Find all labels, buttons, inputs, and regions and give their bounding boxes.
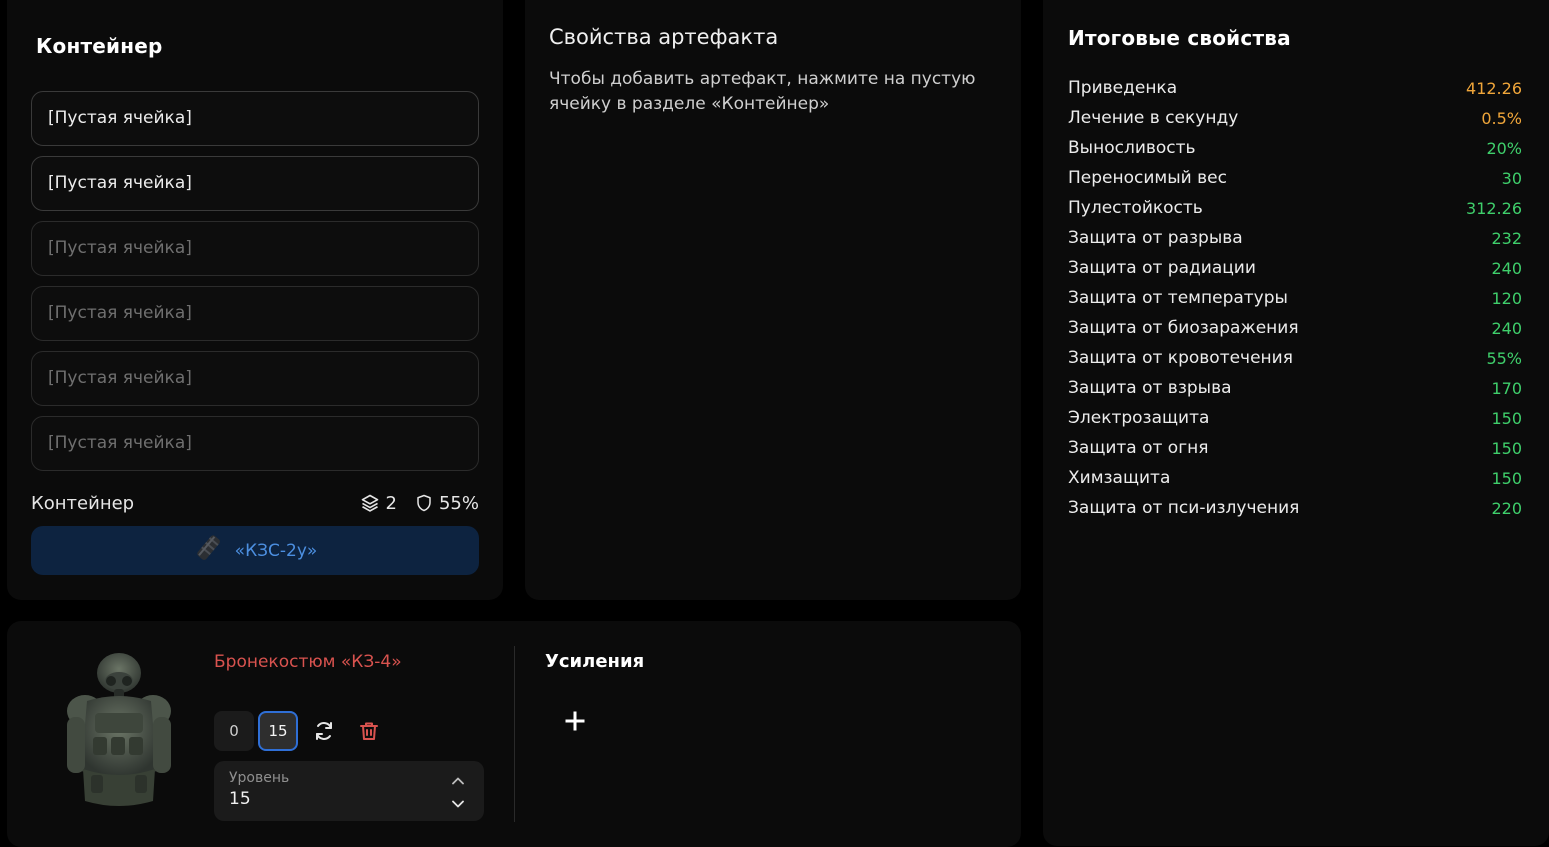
property-name: Лечение в секунду [1068,108,1239,128]
property-value: 240 [1491,258,1522,278]
property-value: 150 [1491,408,1522,428]
property-row: Электрозащита 150 [1068,403,1522,433]
property-row: Защита от кровотечения 55% [1068,343,1522,373]
armor-panel: Бронекостюм «КЗ-4» 0 15 Уровень 15 Усиле… [7,621,1021,847]
property-name: Защита от радиации [1068,258,1256,278]
level-label: Уровень [229,770,290,786]
container-slot[interactable]: [Пустая ячейка] [31,221,479,276]
container-select-label: «КЗС-2у» [234,540,318,561]
property-name: Переносимый вес [1068,168,1227,188]
property-value: 232 [1491,228,1522,248]
level-select[interactable]: Уровень 15 [214,761,484,821]
armor-name[interactable]: Бронекостюм «КЗ-4» [214,652,402,672]
property-name: Защита от биозаражения [1068,318,1299,338]
capacity-value: 2 [385,492,397,514]
property-row: Защита от температуры 120 [1068,283,1522,313]
property-value: 55% [1486,348,1522,368]
property-value: 20% [1486,138,1522,158]
property-value: 150 [1491,438,1522,458]
property-name: Защита от температуры [1068,288,1288,308]
property-value: 0.5% [1481,108,1522,128]
container-panel: Контейнер [Пустая ячейка] [Пустая ячейка… [7,0,503,600]
container-slot[interactable]: [Пустая ячейка] [31,286,479,341]
level-max-button[interactable]: 15 [258,711,298,751]
property-name: Электрозащита [1068,408,1210,428]
property-row: Лечение в секунду 0.5% [1068,103,1522,133]
property-value: 220 [1491,498,1522,518]
property-row: Защита от взрыва 170 [1068,373,1522,403]
chevron-down-icon[interactable] [452,793,464,812]
layers-icon [360,493,380,513]
chevron-up-icon[interactable] [452,770,464,789]
property-name: Защита от пси-излучения [1068,498,1300,518]
container-slot[interactable]: [Пустая ячейка] [31,91,479,146]
artifact-panel: Свойства артефакта Чтобы добавить артефа… [525,0,1021,600]
property-value: 170 [1491,378,1522,398]
shield-icon [415,493,433,513]
container-footer-label: Контейнер [31,492,135,514]
property-row: Пулестойкость 312.26 [1068,193,1522,223]
property-name: Защита от огня [1068,438,1209,458]
property-row: Приведенка 412.26 [1068,73,1522,103]
property-row: Защита от биозаражения 240 [1068,313,1522,343]
property-name: Выносливость [1068,138,1196,158]
plus-icon[interactable] [560,706,590,736]
property-name: Защита от кровотечения [1068,348,1293,368]
property-name: Химзащита [1068,468,1171,488]
protection-value: 55% [438,492,479,514]
property-value: 150 [1491,468,1522,488]
property-row: Выносливость 20% [1068,133,1522,163]
property-row: Защита от радиации 240 [1068,253,1522,283]
summary-panel: Итоговые свойства Приведенка 412.26 Лечени… [1043,0,1549,846]
property-row: Переносимый вес 30 [1068,163,1522,193]
container-stats: 2 55% [360,493,479,514]
armor-suit-image [57,651,177,819]
property-row: Химзащита 150 [1068,463,1522,493]
refresh-icon[interactable] [312,719,336,743]
container-item-icon [193,533,225,568]
container-slot[interactable]: [Пустая ячейка] [31,351,479,406]
boosts-title: Усиления [545,651,645,672]
property-name: Защита от взрыва [1068,378,1232,398]
artifact-title: Свойства артефакта [549,25,779,49]
property-value: 120 [1491,288,1522,308]
artifact-hint: Чтобы добавить артефакт, нажмите на пуст… [549,69,976,114]
capacity-stat: 2 [360,493,397,514]
summary-title: Итоговые свойства [1068,26,1291,50]
property-name: Пулестойкость [1068,198,1203,218]
property-row: Защита от разрыва 232 [1068,223,1522,253]
level-value: 15 [229,789,251,809]
protection-stat: 55% [415,493,479,514]
property-value: 312.26 [1466,198,1522,218]
container-select-button[interactable]: «КЗС-2у» [31,526,479,575]
container-slot[interactable]: [Пустая ячейка] [31,156,479,211]
property-name: Защита от разрыва [1068,228,1243,248]
container-title: Контейнер [36,34,163,58]
level-min-button[interactable]: 0 [214,711,254,751]
trash-icon[interactable] [357,719,381,743]
container-slot[interactable]: [Пустая ячейка] [31,416,479,471]
property-row: Защита от огня 150 [1068,433,1522,463]
property-value: 412.26 [1466,78,1522,98]
container-footer: Контейнер 2 55% [31,489,479,517]
property-row: Защита от пси-излучения 220 [1068,493,1522,523]
divider [514,646,515,822]
property-value: 240 [1491,318,1522,338]
property-value: 30 [1501,168,1522,188]
property-name: Приведенка [1068,78,1178,98]
